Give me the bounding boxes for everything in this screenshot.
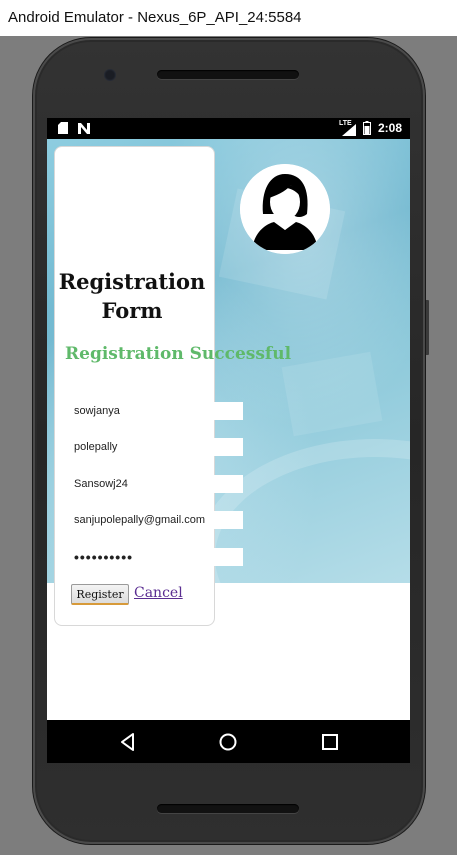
phone-screen: LTE 2:08 Registration Form Registration … [47, 118, 410, 763]
first-name-field[interactable] [67, 402, 243, 420]
emulator-titlebar: Android Emulator - Nexus_6P_API_24:5584 [0, 0, 457, 36]
lte-signal-icon [342, 124, 356, 136]
home-icon[interactable] [217, 731, 239, 753]
success-message: Registration Successful [65, 342, 291, 366]
window-title: Android Emulator - Nexus_6P_API_24:5584 [8, 9, 302, 26]
battery-icon [363, 121, 371, 135]
female-avatar-icon [240, 164, 330, 254]
background-shape [281, 351, 383, 437]
bottom-speaker [157, 804, 299, 813]
recents-icon[interactable] [319, 731, 341, 753]
back-icon[interactable] [117, 731, 139, 753]
email-field[interactable] [67, 511, 243, 529]
sd-card-icon [58, 122, 68, 134]
phone-side-button[interactable] [425, 300, 429, 355]
status-bar: LTE 2:08 [47, 118, 410, 139]
registration-app: Registration Form Registration Successfu… [47, 139, 410, 720]
username-field[interactable] [67, 475, 243, 493]
success-message-text: Registration Successful [65, 344, 292, 364]
status-time: 2:08 [377, 121, 402, 135]
top-speaker [157, 70, 299, 79]
last-name-field[interactable] [67, 438, 243, 456]
n-notification-icon [78, 123, 90, 134]
navigation-bar [47, 720, 410, 763]
front-camera [104, 69, 116, 81]
password-field[interactable] [67, 548, 243, 566]
user-avatar-icon [240, 164, 330, 254]
form-title: Registration Form [58, 269, 206, 323]
register-button[interactable]: Register [71, 584, 129, 605]
cancel-link[interactable]: Cancel [134, 585, 183, 601]
